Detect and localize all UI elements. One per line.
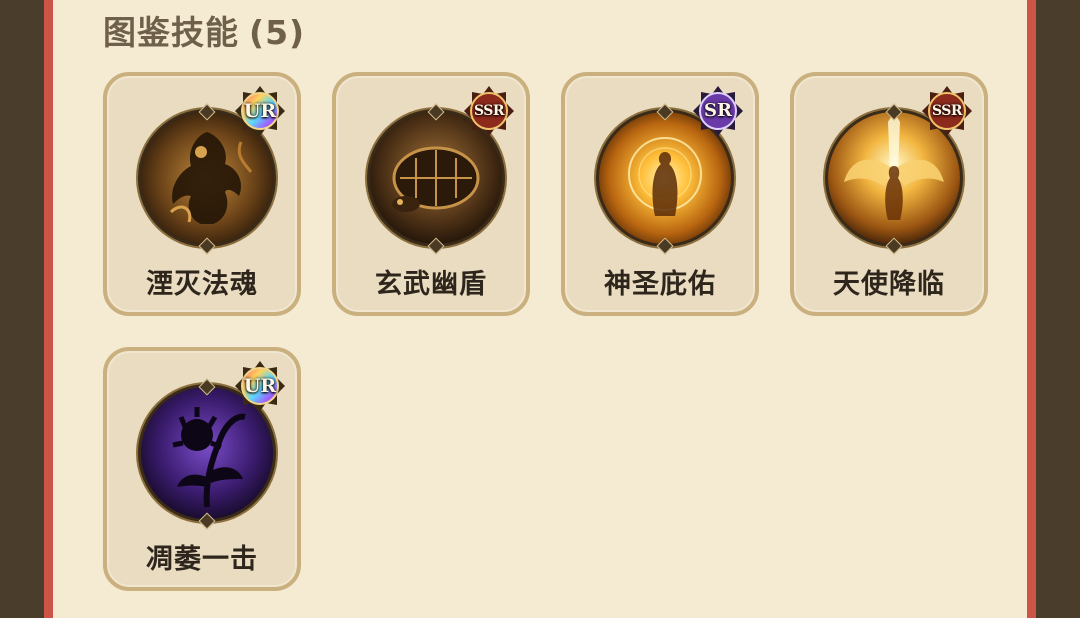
rarity-badge-ssr: SSR	[920, 84, 974, 138]
rarity-badge-sr: SR	[691, 84, 745, 138]
skill-card-withering-strike[interactable]: UR 凋萎一击	[103, 347, 301, 591]
rarity-badge-ur: UR	[233, 359, 287, 413]
skill-name: 玄武幽盾	[375, 269, 487, 300]
rarity-badge-ssr: SSR	[462, 84, 516, 138]
rarity-label: UR	[243, 100, 277, 122]
rarity-label: UR	[243, 375, 277, 397]
skill-card-annihilation-soul[interactable]: UR 湮灭法魂	[103, 72, 301, 316]
section-count: (5)	[249, 13, 306, 52]
skill-card-xuanwu-shield[interactable]: SSR 玄武幽盾	[332, 72, 530, 316]
skill-name: 天使降临	[833, 269, 945, 300]
rarity-badge-ur: UR	[233, 84, 287, 138]
skill-name: 神圣庇佑	[604, 269, 716, 300]
codex-panel: 图鉴技能 (5) UR 湮灭法魂 SSR 玄武幽盾 SR 神圣庇佑 SSR 天使…	[44, 0, 1036, 618]
rarity-label: SR	[704, 100, 732, 121]
section-title-text: 图鉴技能	[103, 13, 239, 52]
skill-name: 凋萎一击	[146, 544, 258, 575]
skill-card-angel-descent[interactable]: SSR 天使降临	[790, 72, 988, 316]
game-screen: 图鉴技能 (5) UR 湮灭法魂 SSR 玄武幽盾 SR 神圣庇佑 SSR 天使…	[0, 0, 1080, 618]
skill-card-holy-blessing[interactable]: SR 神圣庇佑	[561, 72, 759, 316]
rarity-label: SSR	[931, 103, 963, 119]
rarity-label: SSR	[473, 103, 505, 119]
skill-name: 湮灭法魂	[146, 269, 258, 300]
section-title: 图鉴技能 (5)	[103, 6, 305, 54]
